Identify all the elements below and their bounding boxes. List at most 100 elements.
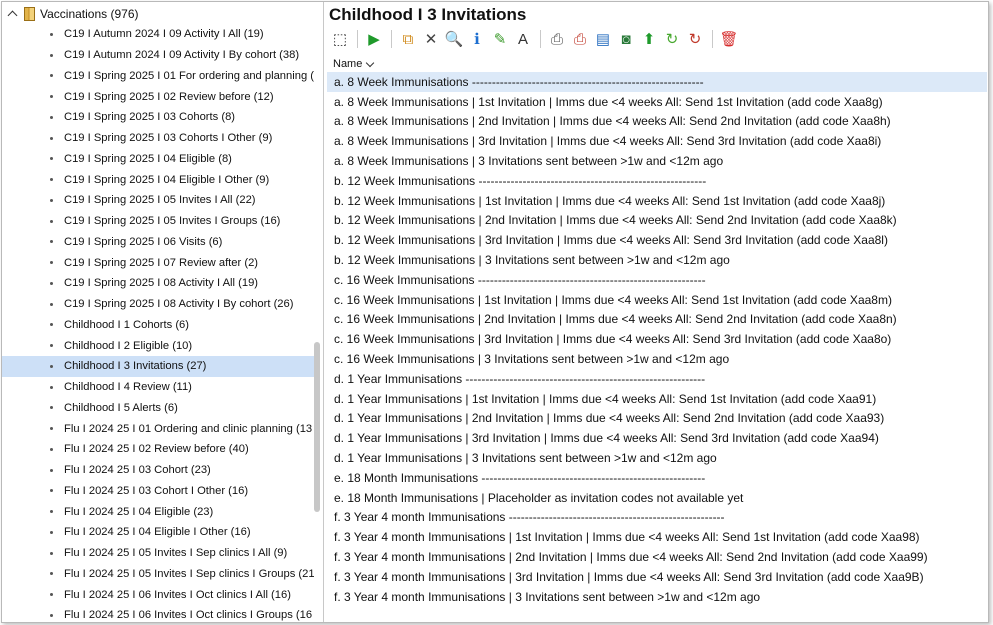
report-row[interactable]: b. 12 Week Immunisations | 2nd Invitatio… — [327, 211, 987, 231]
report-row[interactable]: f. 3 Year 4 month Immunisations --------… — [327, 508, 987, 528]
tree-item-label: Childhood I 1 Cohorts (6) — [64, 318, 189, 331]
edit-pen-icon[interactable]: ✎ — [490, 29, 510, 49]
tree-item[interactable]: Flu I 2024 25 I 05 Invites I Sep clinics… — [2, 564, 314, 585]
tree-item-label: C19 I Autumn 2024 I 09 Activity I All (1… — [64, 28, 264, 41]
tree-scrollbar[interactable] — [314, 342, 320, 512]
tree-item[interactable]: Childhood I 5 Alerts (6) — [2, 398, 314, 419]
tree-item[interactable]: C19 I Spring 2025 I 01 For ordering and … — [2, 66, 314, 87]
tree-item-label: Flu I 2024 25 I 03 Cohort I Other (16) — [64, 484, 249, 497]
info-icon[interactable]: ℹ — [467, 29, 487, 49]
tree-item[interactable]: Childhood I 1 Cohorts (6) — [2, 315, 314, 336]
tree-item-label: C19 I Spring 2025 I 03 Cohorts (8) — [64, 111, 236, 124]
print-red-icon[interactable]: ⎙ — [570, 29, 590, 49]
report-row[interactable]: c. 16 Week Immunisations ---------------… — [327, 270, 987, 290]
tree-item[interactable]: C19 I Spring 2025 I 05 Invites I Groups … — [2, 211, 314, 232]
tree-item[interactable]: C19 I Spring 2025 I 07 Review after (2) — [2, 252, 314, 273]
column-header-name[interactable]: Name — [327, 56, 987, 72]
bullet-icon — [50, 406, 53, 410]
tree-item[interactable]: Flu I 2024 25 I 06 Invites I Oct clinics… — [2, 605, 314, 622]
report-row[interactable]: f. 3 Year 4 month Immunisations | 1st In… — [327, 527, 987, 547]
report-row[interactable]: d. 1 Year Immunisations | 3rd Invitation… — [327, 428, 987, 448]
report-row[interactable]: b. 12 Week Immunisations | 3 Invitations… — [327, 250, 987, 270]
report-row[interactable]: a. 8 Week Immunisations | 2nd Invitation… — [327, 112, 987, 132]
tree-item[interactable]: C19 I Spring 2025 I 06 Visits (6) — [2, 232, 314, 253]
report-row[interactable]: f. 3 Year 4 month Immunisations | 3 Invi… — [327, 587, 987, 607]
chevron-down-icon[interactable] — [366, 58, 375, 67]
tree-item[interactable]: C19 I Spring 2025 I 08 Activity I By coh… — [2, 294, 314, 315]
report-row[interactable]: f. 3 Year 4 month Immunisations | 2nd In… — [327, 547, 987, 567]
report-row[interactable]: b. 12 Week Immunisations | 3rd Invitatio… — [327, 230, 987, 250]
report-row[interactable]: a. 8 Week Immunisations | 3 Invitations … — [327, 151, 987, 171]
report-row[interactable]: b. 12 Week Immunisations | 1st Invitatio… — [327, 191, 987, 211]
tree-item[interactable]: C19 I Spring 2025 I 04 Eligible (8) — [2, 149, 314, 170]
tree-item[interactable]: C19 I Spring 2025 I 05 Invites I All (22… — [2, 190, 314, 211]
select-box-icon[interactable]: ⬚ — [330, 29, 350, 49]
folder-icon — [24, 7, 35, 21]
tree-item[interactable]: Childhood I 3 Invitations (27) — [2, 356, 314, 377]
trash-icon[interactable]: 🗑 — [719, 29, 739, 49]
report-row[interactable]: d. 1 Year Immunisations | 2nd Invitation… — [327, 409, 987, 429]
tree-item[interactable]: C19 I Autumn 2024 I 09 Activity I All (1… — [2, 24, 314, 45]
tree-item[interactable]: C19 I Spring 2025 I 03 Cohorts (8) — [2, 107, 314, 128]
vaccinations-tree: Vaccinations (976) C19 I Autumn 2024 I 0… — [2, 2, 322, 622]
tree-item[interactable]: C19 I Spring 2025 I 08 Activity I All (1… — [2, 273, 314, 294]
bullet-icon — [50, 572, 53, 576]
tree-item[interactable]: Flu I 2024 25 I 06 Invites I Oct clinics… — [2, 584, 314, 605]
report-row[interactable]: c. 16 Week Immunisations | 2nd Invitatio… — [327, 310, 987, 330]
tree-item-label: Flu I 2024 25 I 06 Invites I Oct clinics… — [64, 588, 291, 601]
bullet-icon — [50, 302, 53, 306]
tree-item[interactable]: Flu I 2024 25 I 01 Ordering and clinic p… — [2, 418, 314, 439]
toolbar-separator — [391, 30, 392, 48]
bullet-icon — [50, 115, 53, 119]
screen-icon[interactable]: ◙ — [616, 29, 636, 49]
report-row[interactable]: c. 16 Week Immunisations | 3rd Invitatio… — [327, 329, 987, 349]
bullet-icon — [50, 385, 53, 389]
refresh-icon[interactable]: ↻ — [662, 29, 682, 49]
report-row[interactable]: d. 1 Year Immunisations | 1st Invitation… — [327, 389, 987, 409]
report-row[interactable]: e. 18 Month Immunisations --------------… — [327, 468, 987, 488]
report-row[interactable]: e. 18 Month Immunisations | Placeholder … — [327, 488, 987, 508]
report-row[interactable]: b. 12 Week Immunisations ---------------… — [327, 171, 987, 191]
report-row[interactable]: d. 1 Year Immunisations ----------------… — [327, 369, 987, 389]
tree-item[interactable]: Flu I 2024 25 I 04 Eligible (23) — [2, 501, 314, 522]
toolbar-separator — [357, 30, 358, 48]
bullet-icon — [50, 261, 53, 265]
search-icon[interactable]: 🔍 — [444, 29, 464, 49]
tree-item[interactable]: C19 I Spring 2025 I 04 Eligible I Other … — [2, 169, 314, 190]
tree-item[interactable]: Childhood I 2 Eligible (10) — [2, 335, 314, 356]
tree-item[interactable]: Flu I 2024 25 I 02 Review before (40) — [2, 439, 314, 460]
report-row[interactable]: a. 8 Week Immunisations | 1st Invitation… — [327, 92, 987, 112]
tree-item-label: C19 I Spring 2025 I 02 Review before (12… — [64, 90, 274, 103]
tree-root-vaccinations[interactable]: Vaccinations (976) — [2, 4, 139, 24]
tree-item[interactable]: Flu I 2024 25 I 03 Cohort (23) — [2, 460, 314, 481]
report-icon[interactable]: ▤ — [593, 29, 613, 49]
refresh-red-icon[interactable]: ↻ — [685, 29, 705, 49]
tree-item[interactable]: Childhood I 4 Review (11) — [2, 377, 314, 398]
bullet-icon — [50, 240, 53, 244]
report-row[interactable]: c. 16 Week Immunisations | 3 Invitations… — [327, 349, 987, 369]
tree-item[interactable]: Flu I 2024 25 I 03 Cohort I Other (16) — [2, 481, 314, 502]
tree-item[interactable]: C19 I Autumn 2024 I 09 Activity I By coh… — [2, 45, 314, 66]
report-row[interactable]: a. 8 Week Immunisations ----------------… — [327, 72, 987, 92]
tree-list: C19 I Autumn 2024 I 09 Activity I All (1… — [2, 24, 314, 622]
report-row[interactable]: c. 16 Week Immunisations | 1st Invitatio… — [327, 290, 987, 310]
report-row[interactable]: a. 8 Week Immunisations | 3rd Invitation… — [327, 131, 987, 151]
tree-item[interactable]: Flu I 2024 25 I 04 Eligible I Other (16) — [2, 522, 314, 543]
tree-item[interactable]: Flu I 2024 25 I 05 Invites I Sep clinics… — [2, 543, 314, 564]
report-row[interactable]: f. 3 Year 4 month Immunisations | 3rd In… — [327, 567, 987, 587]
font-icon[interactable]: A — [513, 29, 533, 49]
bullet-icon — [50, 136, 53, 140]
print-icon[interactable]: ⎙ — [547, 29, 567, 49]
toolbar: ⬚ ▶ ⧉ ✕ 🔍 ℹ ✎ A ⎙ ⎙ ▤ ◙ ⬆ ↻ ↻ 🗑 — [330, 27, 742, 51]
upload-icon[interactable]: ⬆ — [639, 29, 659, 49]
tree-item-label: Flu I 2024 25 I 06 Invites I Oct clinics… — [64, 609, 313, 622]
tree-item[interactable]: C19 I Spring 2025 I 02 Review before (12… — [2, 86, 314, 107]
copy-icon[interactable]: ⧉ — [398, 29, 418, 49]
tree-item[interactable]: C19 I Spring 2025 I 03 Cohorts I Other (… — [2, 128, 314, 149]
page-title: Childhood I 3 Invitations — [329, 5, 527, 24]
delete-x-icon[interactable]: ✕ — [421, 29, 441, 49]
report-row[interactable]: d. 1 Year Immunisations | 3 Invitations … — [327, 448, 987, 468]
run-icon[interactable]: ▶ — [364, 29, 384, 49]
chevron-up-icon[interactable] — [6, 7, 20, 21]
tree-item-label: Flu I 2024 25 I 05 Invites I Sep clinics… — [64, 547, 288, 560]
